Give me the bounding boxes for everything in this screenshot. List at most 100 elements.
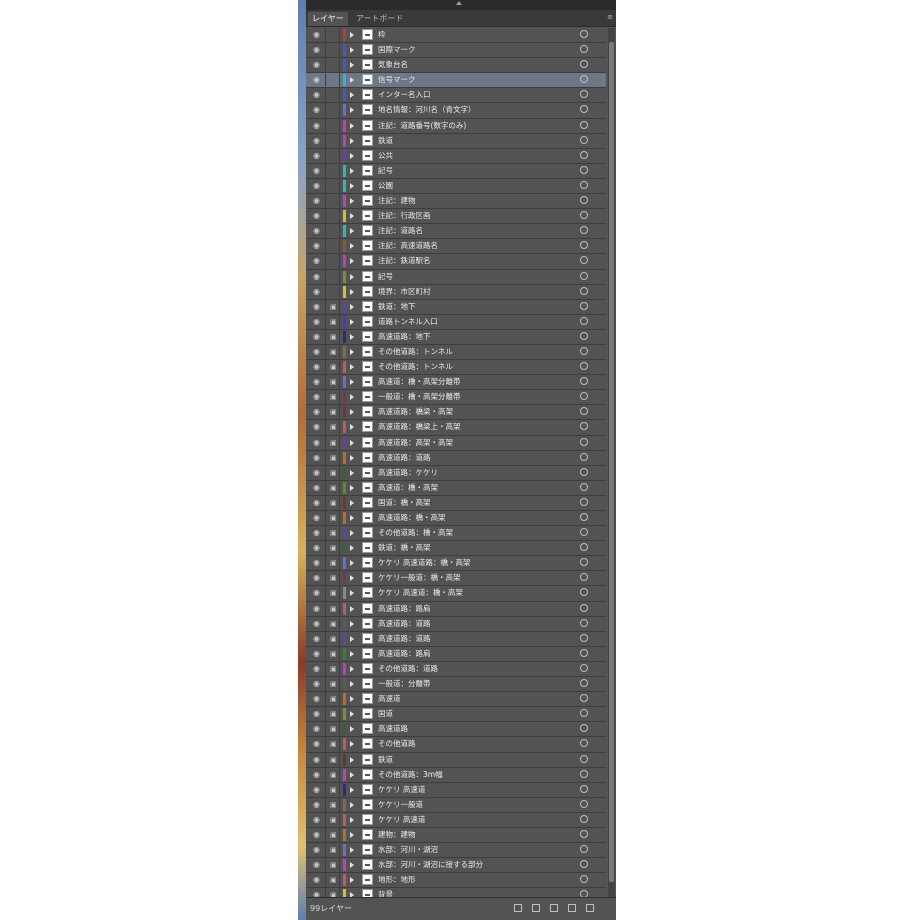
layer-row[interactable]: ◉ ▣ 鉄道	[306, 752, 606, 768]
visibility-eye-icon[interactable]: ◉	[313, 498, 320, 508]
layer-name[interactable]: その他道路：3m幅	[378, 769, 568, 781]
visibility-eye-icon[interactable]: ◉	[313, 513, 320, 523]
expand-triangle-icon[interactable]	[350, 122, 354, 129]
target-circle-icon[interactable]	[580, 814, 588, 823]
layer-name[interactable]: ケケリ一般道：橋・高架	[378, 572, 568, 584]
target-circle-icon[interactable]	[580, 754, 588, 763]
layer-row[interactable]: ◉ ▣ 地形：地形	[306, 873, 606, 889]
tab-layers[interactable]: レイヤー	[308, 12, 348, 26]
visibility-eye-icon[interactable]: ◉	[313, 181, 320, 191]
lock-icon[interactable]: ▣	[330, 619, 337, 629]
expand-triangle-icon[interactable]	[350, 575, 354, 582]
layer-row[interactable]: ◉ ▣ 高速道路：路肩	[306, 646, 606, 662]
expand-triangle-icon[interactable]	[350, 530, 354, 537]
expand-triangle-icon[interactable]	[350, 409, 354, 416]
lock-icon[interactable]: ▣	[330, 483, 337, 493]
layer-row[interactable]: ◉ ▣ 高速道：橋・高架分離帯	[306, 375, 606, 391]
layer-name[interactable]: 鉄道	[378, 135, 568, 147]
layer-name[interactable]: 一般道：橋・高架分離帯	[378, 391, 568, 403]
layer-row[interactable]: ◉ ▣ 高速道路：橋・高架	[306, 511, 606, 527]
visibility-eye-icon[interactable]: ◉	[313, 588, 320, 598]
expand-triangle-icon[interactable]	[350, 816, 354, 823]
target-circle-icon[interactable]	[580, 346, 588, 355]
target-circle-icon[interactable]	[580, 392, 588, 401]
layer-name[interactable]: 国際マーク	[378, 44, 568, 56]
visibility-eye-icon[interactable]: ◉	[313, 438, 320, 448]
layer-row[interactable]: ◉ 鉄道	[306, 133, 606, 149]
expand-triangle-icon[interactable]	[350, 590, 354, 597]
target-circle-icon[interactable]	[580, 618, 588, 627]
layer-name[interactable]: 公園	[378, 180, 568, 192]
lock-icon[interactable]: ▣	[330, 317, 337, 327]
visibility-eye-icon[interactable]: ◉	[313, 151, 320, 161]
layer-name[interactable]: ケケリ 高速道：橋・高架	[378, 587, 568, 599]
expand-triangle-icon[interactable]	[350, 32, 354, 38]
expand-triangle-icon[interactable]	[350, 560, 354, 567]
lock-icon[interactable]: ▣	[330, 498, 337, 508]
visibility-eye-icon[interactable]: ◉	[313, 392, 320, 402]
target-circle-icon[interactable]	[580, 482, 588, 491]
layer-name[interactable]: 高速道路：橋梁上・高架	[378, 421, 568, 433]
visibility-eye-icon[interactable]: ◉	[313, 785, 320, 795]
layer-name[interactable]: 記号	[378, 165, 568, 177]
visibility-eye-icon[interactable]: ◉	[313, 407, 320, 417]
visibility-eye-icon[interactable]: ◉	[313, 875, 320, 885]
expand-triangle-icon[interactable]	[350, 499, 354, 506]
target-circle-icon[interactable]	[580, 75, 588, 84]
target-circle-icon[interactable]	[580, 588, 588, 597]
locate-object-icon[interactable]	[514, 904, 522, 912]
visibility-eye-icon[interactable]: ◉	[313, 30, 320, 40]
layer-row[interactable]: ◉ ▣ その他道路	[306, 737, 606, 753]
visibility-eye-icon[interactable]: ◉	[313, 528, 320, 538]
expand-triangle-icon[interactable]	[350, 741, 354, 748]
visibility-eye-icon[interactable]: ◉	[313, 679, 320, 689]
lock-icon[interactable]: ▣	[330, 634, 337, 644]
layer-row[interactable]: ◉ ▣ ケケリ一般道	[306, 797, 606, 813]
expand-triangle-icon[interactable]	[350, 394, 354, 401]
layer-name[interactable]: 建物：建物	[378, 829, 568, 841]
layer-row[interactable]: ◉ 注記：高速道路名	[306, 239, 606, 255]
expand-triangle-icon[interactable]	[350, 439, 354, 446]
layer-name[interactable]: その他道路：トンネル	[378, 346, 568, 358]
target-circle-icon[interactable]	[580, 165, 588, 174]
visibility-eye-icon[interactable]: ◉	[313, 211, 320, 221]
visibility-eye-icon[interactable]: ◉	[313, 45, 320, 55]
target-circle-icon[interactable]	[580, 633, 588, 642]
target-circle-icon[interactable]	[580, 437, 588, 446]
layer-row[interactable]: ◉ 国際マーク	[306, 43, 606, 59]
expand-triangle-icon[interactable]	[350, 424, 354, 431]
expand-triangle-icon[interactable]	[350, 515, 354, 521]
visibility-eye-icon[interactable]: ◉	[313, 815, 320, 825]
expand-triangle-icon[interactable]	[350, 364, 354, 371]
layer-row[interactable]: ◉ ▣ 鉄道：地下	[306, 299, 606, 315]
layer-name[interactable]: 信号マーク	[378, 74, 568, 86]
layer-name[interactable]: 一般道：分離帯	[378, 678, 568, 690]
layer-row[interactable]: ◉ ▣ 高速道路：路肩	[306, 601, 606, 617]
layer-row[interactable]: ◉ ▣ 高速道：橋・高架	[306, 480, 606, 496]
lock-icon[interactable]: ▣	[330, 830, 337, 840]
expand-triangle-icon[interactable]	[350, 152, 354, 159]
visibility-eye-icon[interactable]: ◉	[313, 724, 320, 734]
lock-icon[interactable]: ▣	[330, 815, 337, 825]
layer-row[interactable]: ◉ 公園	[306, 178, 606, 195]
lock-icon[interactable]: ▣	[330, 755, 337, 765]
layer-row[interactable]: ◉ ▣ 建物：建物	[306, 827, 606, 844]
layer-name[interactable]: 国道：橋・高架	[378, 497, 568, 509]
layer-name[interactable]: 注記：鉄道駅名	[378, 255, 568, 267]
visibility-eye-icon[interactable]: ◉	[313, 739, 320, 749]
lock-icon[interactable]: ▣	[330, 453, 337, 463]
visibility-eye-icon[interactable]: ◉	[313, 709, 320, 719]
target-circle-icon[interactable]	[580, 271, 588, 280]
layer-name[interactable]: 高速道：橋・高架	[378, 482, 568, 494]
layer-row[interactable]: ◉ ▣ その他道路：橋・高架	[306, 526, 606, 542]
lock-icon[interactable]: ▣	[330, 664, 337, 674]
layer-name[interactable]: 鉄道：橋・高架	[378, 542, 568, 554]
expand-triangle-icon[interactable]	[350, 650, 354, 657]
expand-triangle-icon[interactable]	[350, 318, 354, 325]
expand-triangle-icon[interactable]	[350, 92, 354, 99]
expand-triangle-icon[interactable]	[350, 635, 354, 642]
panel-menu-icon[interactable]: ≡	[607, 14, 613, 21]
layer-row[interactable]: ◉ ▣ ケケリ 高速道	[306, 782, 606, 798]
layer-row[interactable]: ◉ ▣ 高速道路：ケケリ	[306, 465, 606, 481]
expand-triangle-icon[interactable]	[350, 605, 354, 612]
